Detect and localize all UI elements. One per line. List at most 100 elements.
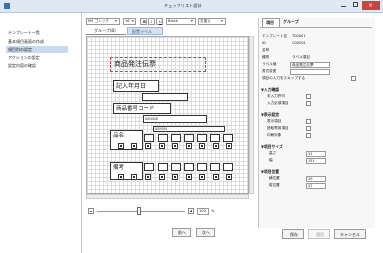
- form-title: 商品発注伝票: [114, 60, 156, 68]
- item-marker-cell[interactable]: [186, 143, 192, 149]
- print-checkbox[interactable]: [306, 133, 311, 138]
- order-date-field[interactable]: [142, 93, 188, 101]
- position-x-label: 横位置: [269, 176, 280, 180]
- chevron-down-icon: ▾: [115, 19, 117, 23]
- note-input-cell[interactable]: [144, 163, 154, 171]
- item-marker-cell[interactable]: [145, 143, 151, 149]
- item-input-cell[interactable]: [184, 134, 194, 142]
- allow-empty-checkbox[interactable]: [306, 94, 311, 99]
- prop-label-name: 名称: [262, 48, 270, 52]
- position-y-input[interactable]: 37: [306, 183, 326, 189]
- item-input-cell[interactable]: [197, 134, 207, 142]
- note-marker-cell[interactable]: [145, 174, 151, 180]
- maximize-button[interactable]: [350, 1, 361, 9]
- note-input-cell[interactable]: [184, 163, 194, 171]
- size-height-input[interactable]: 31: [306, 151, 326, 157]
- canvas-vertical-scrollbar[interactable]: [249, 36, 254, 194]
- item-marker-cell[interactable]: [172, 143, 178, 149]
- sidebar-item-confirm[interactable]: 設定内容の確認: [8, 64, 36, 68]
- zoom-slider-track[interactable]: [97, 211, 185, 212]
- skip-checkbox[interactable]: [351, 76, 356, 81]
- tab-group[interactable]: グループ(B): [86, 27, 126, 35]
- tab-layout-label[interactable]: 配置ラベル: [127, 27, 163, 35]
- item-label-box[interactable]: 品名: [110, 130, 143, 150]
- product-code-field[interactable]: 000000: [143, 115, 207, 123]
- note-marker-cell[interactable]: [226, 174, 232, 180]
- prop-label-template: テンプレート名: [262, 34, 288, 38]
- note-label-box[interactable]: 備考: [110, 162, 143, 180]
- readonly-checkbox[interactable]: [306, 126, 311, 131]
- item-input-cell[interactable]: [223, 134, 233, 142]
- order-date-label-box[interactable]: 記入年月日: [113, 80, 159, 92]
- item-marker-cell[interactable]: [226, 143, 232, 149]
- note-marker-cell[interactable]: [172, 174, 178, 180]
- zoom-value[interactable]: 100: [197, 208, 209, 215]
- item-input-cell[interactable]: [158, 134, 168, 142]
- font-size-select[interactable]: 16 ▾: [123, 18, 136, 25]
- sidebar-item-action-settings[interactable]: アクションの設定: [8, 56, 40, 60]
- position-x-input[interactable]: 29: [306, 176, 326, 182]
- properties-tab-group[interactable]: グループ: [280, 18, 302, 27]
- size-width-label: 幅: [269, 158, 273, 162]
- properties-tab-item[interactable]: 項目: [262, 18, 280, 27]
- prop-label-id: ID: [262, 41, 266, 45]
- note-input-cell[interactable]: [171, 163, 181, 171]
- apply-button[interactable]: 適用: [308, 229, 330, 239]
- note-input-cell[interactable]: [197, 163, 207, 171]
- item-code-field[interactable]: 000000: [153, 126, 225, 132]
- visible-checkbox[interactable]: [306, 119, 311, 124]
- font-select[interactable]: MS ゴシック ▾: [86, 18, 120, 25]
- prop-label-label-value: ラベル値: [262, 62, 277, 66]
- check-label-print: 印刷対象: [267, 133, 282, 137]
- item-input-cell[interactable]: [210, 134, 220, 142]
- note-input-cell[interactable]: [223, 163, 233, 171]
- italic-button[interactable]: I: [148, 18, 155, 25]
- note-input-cell[interactable]: [158, 163, 168, 171]
- align-select[interactable]: 左揃え ▾: [198, 18, 226, 25]
- bold-button[interactable]: B: [140, 18, 147, 25]
- zoom-slider-thumb[interactable]: [137, 207, 141, 215]
- note-marker-cell[interactable]: [131, 174, 137, 180]
- window-title: チェックリスト設計: [164, 3, 202, 8]
- item-marker-cell[interactable]: [199, 143, 205, 149]
- note-marker-cell[interactable]: [186, 174, 192, 180]
- note-marker-cell[interactable]: [159, 174, 165, 180]
- prop-label-skip: 項目の入力をスキップする: [262, 76, 306, 80]
- note-marker-cell[interactable]: [213, 174, 219, 180]
- section-size: ▼項目サイズ: [261, 144, 283, 149]
- sidebar-item-item-settings[interactable]: 項目別の設定: [8, 48, 32, 52]
- item-input-cell[interactable]: [171, 134, 181, 142]
- canvas-horizontal-scrollbar[interactable]: [86, 194, 249, 199]
- item-marker-cell[interactable]: [118, 143, 124, 149]
- zoom-in-icon[interactable]: [188, 208, 194, 214]
- item-marker-cell[interactable]: [131, 143, 137, 149]
- position-y-label: 縦位置: [269, 183, 280, 187]
- minimize-icon: [341, 6, 346, 7]
- minimize-button[interactable]: [338, 1, 349, 9]
- required-checkbox[interactable]: [306, 101, 311, 106]
- sidebar-item-template-list[interactable]: テンプレート一覧: [8, 31, 40, 35]
- underline-button[interactable]: U: [156, 18, 163, 25]
- format-input[interactable]: [290, 69, 330, 75]
- color-select[interactable]: Black ▾: [166, 18, 196, 25]
- note-marker-cell[interactable]: [118, 174, 124, 180]
- note-marker-cell[interactable]: [199, 174, 205, 180]
- note-input-cell[interactable]: [210, 163, 220, 171]
- cancel-button[interactable]: キャンセル: [334, 229, 366, 239]
- sidebar-item-create-basic[interactable]: 基本項目画面の作成: [8, 40, 44, 44]
- prop-value-id: C00001: [292, 41, 306, 45]
- item-marker-cell[interactable]: [213, 143, 219, 149]
- prop-label-format: 書式変更: [262, 69, 277, 73]
- size-width-input[interactable]: 151: [306, 158, 326, 164]
- item-marker-cell[interactable]: [159, 143, 165, 149]
- label-value-input[interactable]: 商品発注伝票: [290, 62, 330, 68]
- next-button[interactable]: 次へ: [196, 228, 215, 237]
- save-button[interactable]: 保存: [282, 229, 304, 239]
- check-label-readonly: 読取専用項目: [267, 126, 289, 130]
- properties-tab-divider: [260, 27, 372, 28]
- product-code-label-box[interactable]: 商品番号コード: [113, 103, 171, 114]
- prev-button[interactable]: 前へ: [172, 228, 191, 237]
- zoom-out-icon[interactable]: [88, 208, 94, 214]
- item-input-cell[interactable]: [144, 134, 154, 142]
- close-button[interactable]: ×: [362, 1, 380, 10]
